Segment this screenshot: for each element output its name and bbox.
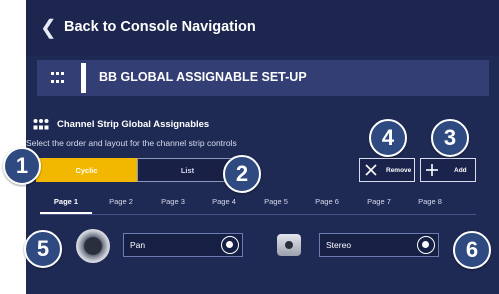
remove-label: Remove: [386, 167, 412, 174]
callout-badge-5: 5: [24, 230, 62, 268]
close-icon: [365, 164, 377, 176]
callout-badge-2: 2: [223, 155, 261, 193]
header-accent-bar: [81, 63, 86, 93]
setup-header: BB GLOBAL ASSIGNABLE SET-UP: [37, 60, 489, 96]
add-button[interactable]: Add: [420, 158, 476, 182]
tab-page-7[interactable]: Page 7: [353, 192, 405, 212]
tab-divider: [40, 214, 476, 215]
assignable-pan-field[interactable]: Pan: [123, 233, 243, 257]
chevron-left-icon: ❮: [40, 17, 57, 39]
channel-strip-icon: [33, 119, 49, 130]
rotary-knob-button[interactable]: [76, 229, 110, 263]
tab-page-6[interactable]: Page 6: [301, 192, 353, 212]
remove-button[interactable]: Remove: [359, 158, 415, 182]
callout-badge-4: 4: [369, 119, 407, 157]
page-title: BB GLOBAL ASSIGNABLE SET-UP: [99, 70, 307, 84]
callout-badge-3: 3: [431, 119, 469, 157]
layout-cyclic-option[interactable]: Cyclic: [36, 158, 137, 182]
target-icon[interactable]: [221, 236, 239, 254]
tab-page-1[interactable]: Page 1: [40, 192, 92, 214]
callout-badge-6: 6: [453, 231, 491, 269]
top-bar: ❮ Back to Console Navigation: [26, 0, 499, 56]
section-description: Select the order and layout for the chan…: [26, 138, 237, 148]
callout-badge-1: 1: [3, 147, 41, 185]
section-title: Channel Strip Global Assignables: [57, 119, 210, 130]
back-label: Back to Console Navigation: [64, 19, 256, 35]
console-screen: ❮ Back to Console Navigation BB GLOBAL A…: [26, 0, 499, 294]
plus-icon: [426, 164, 438, 176]
assignable-value: Pan: [130, 240, 146, 250]
tab-page-2[interactable]: Page 2: [95, 192, 147, 212]
add-label: Add: [454, 167, 467, 174]
tab-page-3[interactable]: Page 3: [147, 192, 199, 212]
assignable-value: Stereo: [326, 240, 352, 250]
grid-icon: [51, 72, 64, 83]
target-icon[interactable]: [417, 236, 435, 254]
tab-page-4[interactable]: Page 4: [198, 192, 250, 212]
page-tabs: Page 1 Page 2 Page 3 Page 4 Page 5 Page …: [40, 192, 476, 214]
switch-button[interactable]: [277, 234, 301, 256]
assignable-stereo-field[interactable]: Stereo: [319, 233, 439, 257]
tab-page-5[interactable]: Page 5: [250, 192, 302, 212]
tab-page-8[interactable]: Page 8: [404, 192, 456, 212]
